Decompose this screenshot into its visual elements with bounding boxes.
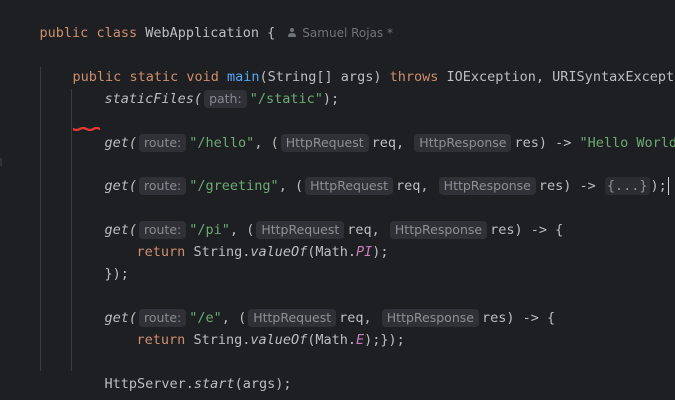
person-icon	[287, 28, 297, 38]
throws-keyword: throws	[389, 69, 439, 85]
gutter-marker	[0, 158, 2, 166]
pi-route-line[interactable]: get( route: "/pi" , ( HttpRequest req, H…	[72, 197, 563, 239]
class-open-brace: {	[267, 25, 276, 41]
greeting-route-end: );	[650, 178, 667, 194]
main-close-line[interactable]: }	[40, 373, 81, 400]
request-parameter: req,	[371, 135, 405, 151]
hello-comma: ,	[254, 135, 263, 151]
hello-lambda-open: (	[262, 135, 279, 151]
class-name: WebApplication	[145, 25, 260, 41]
return-keyword: return	[136, 244, 186, 260]
hello-route-path: "/hello"	[189, 135, 255, 151]
http-response-type-hint: HttpResponse	[438, 177, 536, 195]
greeting-route-line[interactable]: get( route: "/greeting" , ( HttpRequest …	[72, 153, 669, 195]
route-parameter-hint: route:	[139, 134, 187, 152]
http-request-type-hint: HttpRequest	[305, 177, 394, 195]
response-lambda-header: res) -> {	[481, 310, 556, 326]
main-close-brace: }	[73, 395, 81, 400]
response-parameter: res) ->	[514, 135, 572, 151]
pi-route-close-line[interactable]: });	[72, 241, 129, 282]
text-cursor	[667, 177, 669, 195]
code-editor[interactable]: public class WebApplication { Samuel Roj…	[0, 0, 675, 400]
static-path-string: "/static"	[249, 91, 323, 107]
static-files-end: );	[322, 91, 340, 107]
author-name: Samuel Rojas *	[302, 26, 393, 40]
math-class: (Math.	[307, 332, 357, 348]
return-keyword: return	[136, 332, 186, 348]
greeting-lambda-open: (	[286, 178, 304, 194]
static-files-line[interactable]: staticFiles( path: "/static" );	[72, 66, 339, 108]
e-return-line[interactable]: return String. valueOf (Math. E );});	[104, 307, 405, 348]
string-class: String.	[193, 244, 251, 260]
get-call: get(	[104, 135, 138, 151]
e-constant: E	[356, 332, 365, 348]
start-arguments: (args);	[234, 376, 292, 392]
response-lambda-header: res) -> {	[490, 222, 564, 238]
pi-return-line[interactable]: return String. valueOf (Math. PI );	[104, 219, 389, 260]
route-parameter-hint: route:	[139, 177, 187, 195]
pi-constant: PI	[356, 244, 373, 260]
public-keyword: public	[39, 25, 89, 41]
collapsed-lambda-block[interactable]: {...}	[604, 177, 650, 195]
http-server-line[interactable]: HttpServer. start (args);	[72, 351, 292, 392]
class-declaration-line[interactable]: public class WebApplication { Samuel Roj…	[7, 0, 393, 41]
http-server-class: HttpServer.	[104, 376, 194, 392]
value-of-method: valueOf	[250, 332, 308, 348]
start-method: start	[193, 376, 235, 392]
class-keyword: class	[96, 25, 138, 41]
author-hint[interactable]: Samuel Rojas *	[287, 22, 393, 44]
get-call: get(	[104, 178, 138, 194]
request-parameter: req,	[396, 178, 429, 194]
red-squiggle-underline-icon	[73, 127, 100, 131]
e-return-end: );});	[364, 332, 405, 348]
static-files-call: staticFiles(	[104, 91, 203, 107]
http-response-type-hint: HttpResponse	[414, 134, 512, 152]
greeting-route-path: "/greeting"	[189, 178, 279, 194]
response-parameter: res) ->	[538, 178, 596, 194]
return-end: );	[372, 244, 389, 260]
exception-list: IOException, URISyntaxException	[446, 69, 675, 85]
math-class: (Math.	[307, 244, 357, 260]
indent-guide-class	[40, 67, 41, 371]
http-response-type-hint: HttpResponse	[389, 221, 488, 239]
pi-route-close: });	[104, 266, 129, 282]
value-of-method: valueOf	[250, 244, 308, 260]
hello-route-line[interactable]: get( route: "/hello" , ( HttpRequest req…	[72, 110, 675, 152]
string-class: String.	[193, 332, 251, 348]
e-route-line[interactable]: get( route: "/e" , ( HttpRequest req, Ht…	[72, 285, 555, 327]
path-parameter-hint: path:	[204, 90, 247, 108]
http-request-type-hint: HttpRequest	[280, 134, 369, 152]
main-method-line[interactable]: public static void main (String[] args) …	[40, 44, 675, 85]
greeting-comma: ,	[278, 178, 287, 194]
hello-response-string: "Hello World!"	[579, 135, 675, 151]
